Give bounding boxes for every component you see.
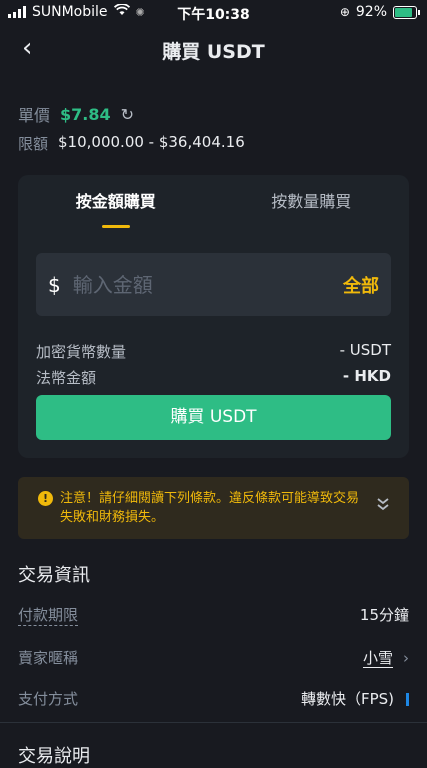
currency-symbol: $ <box>48 272 61 297</box>
battery-percent: 92% <box>355 4 387 20</box>
refresh-icon[interactable]: ↻ <box>121 105 134 124</box>
tab-by-quantity[interactable]: 按數量購買 <box>214 175 410 229</box>
expand-chevron-icon[interactable] <box>377 497 389 515</box>
chevron-right-icon: › <box>403 649 409 667</box>
crypto-amount-row: 加密貨幣數量 - USDT <box>36 341 391 362</box>
order-card: 按金額購買 按數量購買 $ 全部 加密貨幣數量 - USDT 法幣金額 - HK… <box>18 175 409 458</box>
payment-limit-value: 15分鐘 <box>359 606 409 624</box>
payment-method-value: 轉數快（FPS) <box>300 690 394 708</box>
header: ‹ 購買 USDT <box>0 34 427 64</box>
amount-input[interactable] <box>70 271 315 298</box>
all-button[interactable]: 全部 <box>343 272 379 298</box>
status-right: ⊕ 92% <box>339 4 420 20</box>
payment-method-color-bar <box>406 693 409 706</box>
limit-label: 限額 <box>18 135 49 153</box>
warning-icon: ! <box>38 491 53 506</box>
payment-method-value-wrap: 轉數快（FPS) <box>301 688 409 709</box>
status-bar: SUNMobile ✺ 下午10:38 ⊕ 92% <box>0 0 427 24</box>
tab-bar: 按金額購買 按數量購買 <box>18 175 409 229</box>
warning-banner[interactable]: ! 注意！請仔細閱讀下列條款。違反條款可能導致交易失敗和財務損失。 <box>18 477 409 539</box>
limit-value: $10,000.00 - $36,404.16 <box>58 133 245 151</box>
trade-info-title: 交易資訊 <box>18 565 90 586</box>
payment-method-label: 支付方式 <box>18 690 79 708</box>
page-title: 購買 USDT <box>162 41 265 63</box>
seller-label: 賣家暱稱 <box>18 649 79 667</box>
fiat-amount-label: 法幣金額 <box>36 369 97 387</box>
payment-limit-label[interactable]: 付款期限 <box>18 604 79 626</box>
battery-icon <box>393 5 420 19</box>
active-tab-indicator <box>102 225 130 228</box>
crypto-amount-value: - USDT <box>339 341 391 359</box>
trade-notes-title: 交易說明 <box>18 746 90 767</box>
buy-button[interactable]: 購買 USDT <box>36 395 391 440</box>
limit-row: 限額 $10,000.00 - $36,404.16 <box>18 133 245 154</box>
fiat-amount-row: 法幣金額 - HKD <box>36 367 391 388</box>
price-value: $7.84 <box>60 104 111 124</box>
seller-name[interactable]: 小雪 <box>362 649 393 668</box>
price-row: 單價 $7.84 ↻ <box>18 102 134 126</box>
fiat-amount-value: - HKD <box>342 367 391 385</box>
warning-text: 注意！請仔細閱讀下列條款。違反條款可能導致交易失敗和財務損失。 <box>60 491 360 525</box>
price-label: 單價 <box>18 106 51 125</box>
section-divider <box>0 722 427 723</box>
crypto-amount-label: 加密貨幣數量 <box>36 343 127 361</box>
tab-by-amount[interactable]: 按金額購買 <box>18 175 214 229</box>
amount-input-box: $ 全部 <box>36 253 391 316</box>
seller-link[interactable]: 小雪 › <box>362 647 409 668</box>
orientation-lock-icon: ⊕ <box>339 5 350 19</box>
